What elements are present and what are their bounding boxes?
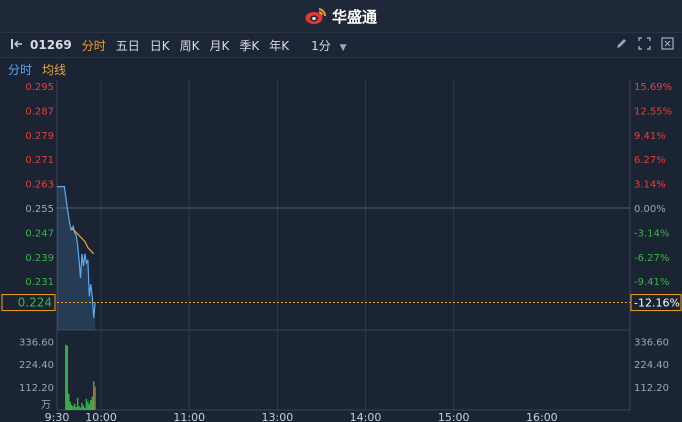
y-tick-label-right: -9.41% (634, 277, 669, 288)
volume-bar (82, 405, 85, 410)
chevron-down-icon: ▼ (339, 42, 347, 53)
x-tick-label: 16:00 (526, 411, 558, 422)
y-tick-label-left: 0.295 (25, 82, 54, 93)
volume-bar (76, 397, 79, 410)
volume-unit-label: 万 (41, 400, 51, 411)
intraday-chart: 0.295 15.69% 0.287 12.55% 0.279 9.41% 0.271 6.2… (1, 80, 682, 422)
tab-daily-k[interactable]: 日K (150, 37, 170, 54)
settings-icon[interactable] (661, 37, 674, 53)
chart-toolbar: 01269 分时 五日 日K 周K 月K 季K 年K 1分 ▼ (0, 32, 682, 58)
y-tick-label-left: 0.255 (25, 204, 54, 215)
interval-select[interactable]: 1分 ▼ (311, 37, 346, 54)
stock-code: 01269 (30, 38, 72, 52)
app-header: 华盛通 (0, 0, 682, 32)
y-tick-label-left: 0.247 (25, 228, 54, 239)
y-tick-label-left: 0.263 (25, 180, 54, 191)
volume-bar (79, 407, 82, 410)
volume-tick-label-right: 224.40 (634, 360, 669, 371)
volume-bar (72, 406, 74, 410)
volume-bar (84, 407, 86, 410)
x-tick-label: 13:00 (262, 411, 294, 422)
y-tick-label-right: 9.41% (634, 131, 666, 142)
x-tick-label: 9:30 (45, 411, 70, 422)
y-tick-label-right: -3.14% (634, 228, 669, 239)
tab-monthly-k[interactable]: 月K (210, 37, 230, 54)
y-tick-label-left: 0.287 (25, 106, 54, 117)
volume-bar (75, 406, 77, 410)
legend-avg-line[interactable]: 均线 (42, 61, 66, 78)
volume-bar (88, 404, 91, 410)
volume-bar (70, 404, 73, 410)
y-tick-label-left: 0.239 (25, 253, 54, 264)
volume-bar (90, 400, 92, 410)
y-tick-label-left: 0.279 (25, 131, 54, 142)
volume-bar (73, 403, 76, 410)
volume-bar (78, 405, 80, 410)
y-tick-label-right: 3.14% (634, 180, 666, 191)
tab-quarterly-k[interactable]: 季K (239, 37, 259, 54)
pencil-icon[interactable] (615, 37, 628, 53)
x-tick-label: 14:00 (350, 411, 382, 422)
tab-intraday[interactable]: 分时 (82, 37, 106, 54)
tab-yearly-k[interactable]: 年K (269, 37, 289, 54)
volume-tick-label-left: 112.20 (19, 383, 54, 394)
x-tick-label: 11:00 (173, 411, 205, 422)
volume-tick-label-right: 112.20 (634, 383, 669, 394)
volume-bar (66, 345, 68, 410)
volume-bar (91, 396, 93, 410)
tab-weekly-k[interactable]: 周K (180, 37, 200, 54)
volume-bar (68, 393, 70, 410)
weibo-like-logo-icon (305, 8, 326, 24)
y-tick-label-right: -6.27% (634, 253, 669, 264)
brand-name: 华盛通 (331, 7, 377, 26)
volume-tick-label-left: 224.40 (19, 360, 54, 371)
volume-tick-label-right: 336.60 (634, 337, 669, 348)
volume-bar (94, 386, 96, 410)
y-tick-label-left: 0.271 (25, 155, 54, 166)
indicator-bar: 分时 均线 (0, 58, 682, 80)
y-tick-label-right: 6.27% (634, 155, 666, 166)
x-tick-label: 10:00 (85, 411, 117, 422)
y-tick-label-right: 0.00% (634, 204, 666, 215)
collapse-icon[interactable] (10, 38, 24, 53)
y-tick-label-right: 15.69% (634, 82, 672, 93)
volume-bar (93, 381, 95, 410)
legend-price-line[interactable]: 分时 (8, 61, 32, 78)
current-price-label: 0.224 (18, 296, 52, 310)
brand: 华盛通 (305, 6, 377, 27)
quote-chart-app: 华盛通 01269 分时 五日 日K 周K 月K 季K 年K 1分 ▼ 分时 均… (0, 0, 682, 422)
volume-tick-label-left: 336.60 (19, 337, 54, 348)
volume-bar (87, 401, 89, 410)
volume-bar (65, 344, 67, 410)
volume-bar (85, 398, 88, 410)
y-tick-label-left: 0.231 (25, 277, 54, 288)
volume-bar (81, 402, 83, 410)
volume-bar (69, 401, 71, 410)
expand-icon[interactable] (638, 37, 651, 53)
interval-value: 1分 (311, 38, 331, 53)
x-tick-label: 15:00 (438, 411, 470, 422)
current-change-label: -12.16% (634, 297, 680, 310)
tab-five-day[interactable]: 五日 (116, 37, 140, 54)
y-tick-label-right: 12.55% (634, 106, 672, 117)
